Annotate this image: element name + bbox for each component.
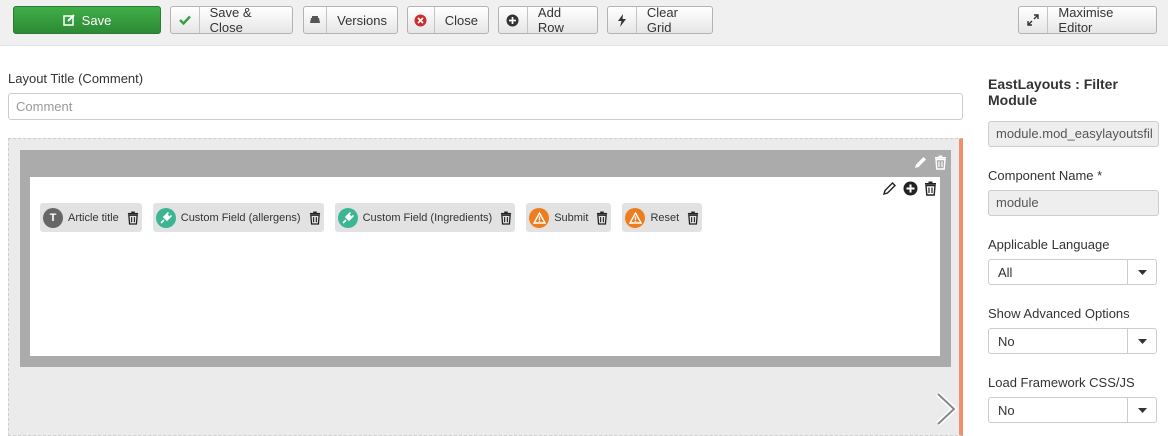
sidebar-title: EastLayouts : Filter Module — [988, 76, 1118, 108]
grid-item-custom-field-allergens[interactable]: Custom Field (allergens) — [152, 203, 324, 232]
lightning-icon — [608, 7, 637, 33]
maximise-editor-label: Maximise Editor — [1058, 5, 1114, 35]
applicable-language-label: Applicable Language — [988, 237, 1110, 252]
grid-row: T Article title Custom Field (allergens) — [20, 150, 951, 367]
grid-item-reset[interactable]: Reset — [622, 203, 703, 232]
delete-column-trash-icon[interactable] — [924, 181, 937, 199]
add-row-button[interactable]: Add Row — [498, 5, 598, 35]
edit-column-pencil-icon[interactable] — [882, 181, 897, 199]
grid-item-label: Submit — [554, 211, 589, 224]
save-label: Save — [81, 12, 112, 28]
module-name-field: module.mod_easylayoutsfil — [988, 121, 1159, 147]
clear-grid-button[interactable]: Clear Grid — [607, 5, 713, 35]
save-button[interactable]: Save — [13, 6, 161, 34]
layout-grid-canvas: T Article title Custom Field (allergens) — [8, 138, 963, 436]
plus-circle-icon — [499, 7, 528, 33]
grid-item-article-title[interactable]: T Article title — [40, 203, 142, 232]
chevron-down-icon — [1127, 329, 1156, 353]
text-T-icon: T — [43, 207, 63, 228]
load-framework-label: Load Framework CSS/JS — [988, 375, 1135, 390]
grid-item-submit[interactable]: Submit — [526, 203, 612, 232]
grid-item-label: Custom Field (allergens) — [180, 211, 301, 224]
show-advanced-options-select[interactable]: No — [988, 328, 1157, 354]
versions-label: Versions — [337, 12, 387, 28]
trash-icon[interactable] — [127, 211, 139, 225]
component-name-label: Component Name * — [988, 168, 1103, 183]
chevron-down-icon — [1127, 260, 1156, 284]
close-circle-icon — [408, 7, 435, 33]
select-value: All — [998, 264, 1013, 280]
edit-row-pencil-icon[interactable] — [913, 155, 928, 173]
trash-icon[interactable] — [309, 211, 321, 225]
column-tools — [882, 181, 937, 199]
expand-icon — [1019, 7, 1049, 33]
collapse-sidebar-chevron-icon[interactable] — [934, 392, 958, 429]
grid-column: T Article title Custom Field (allergens) — [30, 177, 940, 356]
save-close-label: Save & Close — [209, 5, 252, 35]
versions-button[interactable]: Versions — [303, 6, 398, 34]
trash-icon[interactable] — [500, 211, 512, 225]
check-icon — [171, 7, 200, 33]
toolbar: Save Save & Close Versions Close Add Row… — [0, 0, 1168, 46]
versions-icon — [304, 7, 328, 33]
save-close-button[interactable]: Save & Close — [170, 5, 293, 35]
select-value: No — [998, 402, 1015, 418]
component-name-field: module — [988, 190, 1159, 216]
load-framework-select[interactable]: No — [988, 397, 1157, 423]
close-label: Close — [444, 12, 478, 28]
grid-item-label: Article title — [68, 211, 119, 224]
clear-grid-label: Clear Grid — [646, 5, 678, 35]
delete-row-trash-icon[interactable] — [934, 155, 947, 173]
trash-icon[interactable] — [687, 211, 699, 225]
show-advanced-options-label: Show Advanced Options — [988, 306, 1130, 321]
edit-icon — [62, 7, 75, 33]
close-button[interactable]: Close — [407, 6, 489, 34]
add-item-plus-icon[interactable] — [903, 181, 918, 199]
trash-icon[interactable] — [596, 211, 608, 225]
plug-icon — [337, 207, 358, 228]
select-value: No — [998, 333, 1015, 349]
row-tools — [913, 155, 947, 173]
grid-item-label: Custom Field (Ingredients) — [362, 211, 493, 224]
grid-items: T Article title Custom Field (allergens) — [40, 203, 713, 232]
warning-icon — [625, 207, 646, 228]
warning-icon — [529, 207, 550, 228]
plug-icon — [155, 207, 176, 228]
layout-title-label: Layout Title (Comment) — [8, 71, 144, 86]
layout-title-input[interactable] — [8, 93, 963, 120]
grid-item-label: Reset — [650, 211, 680, 224]
maximise-editor-button[interactable]: Maximise Editor — [1018, 5, 1157, 35]
add-row-label: Add Row — [537, 5, 564, 35]
chevron-down-icon — [1127, 398, 1156, 422]
grid-item-custom-field-ingredients[interactable]: Custom Field (Ingredients) — [334, 203, 516, 232]
applicable-language-select[interactable]: All — [988, 259, 1157, 285]
